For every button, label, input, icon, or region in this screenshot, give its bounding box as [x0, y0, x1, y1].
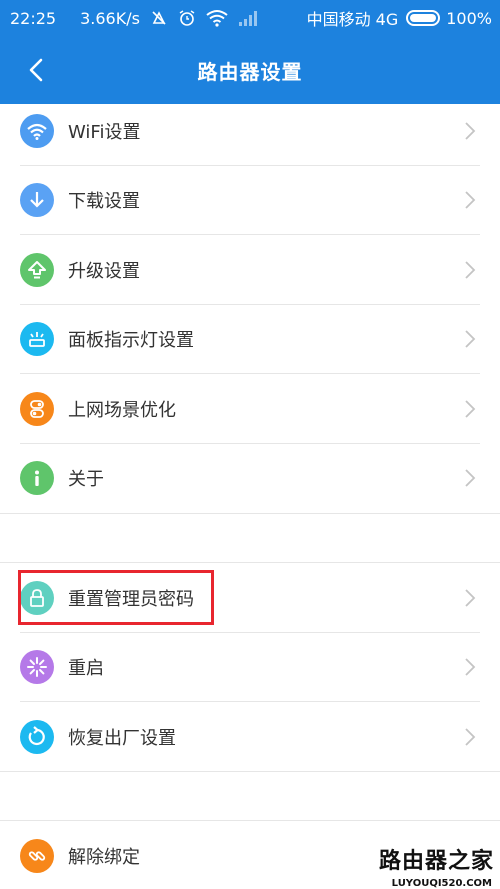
chevron-right-icon [465, 122, 476, 140]
section-divider [0, 771, 500, 819]
status-bar: 22:25 3.66K/s 中国移动 4G 100% [0, 0, 500, 36]
factory-reset-icon [20, 719, 54, 754]
settings-list-general: WiFi设置 下载设置 升级设置 面板指示灯设置 上网场景优化 关于 [0, 96, 500, 513]
download-icon [20, 183, 54, 218]
chevron-right-icon [465, 728, 476, 746]
row-label: 重启 [68, 658, 104, 680]
chevron-right-icon [465, 261, 476, 279]
status-time: 22:25 [10, 8, 57, 28]
chevron-right-icon [465, 330, 476, 348]
upgrade-icon [20, 252, 54, 287]
watermark-url: LUYOUQI520.COM [391, 878, 492, 889]
wifi-icon [20, 113, 54, 148]
chevron-right-icon [465, 191, 476, 209]
back-arrow-icon [29, 58, 43, 82]
vibrate-mute-icon [150, 9, 168, 27]
row-label: 上网场景优化 [68, 399, 176, 421]
row-factory-reset[interactable]: 恢复出厂设置 [0, 702, 500, 772]
carrier-label: 中国移动 4G [306, 10, 399, 29]
row-restart[interactable]: 重启 [0, 633, 500, 703]
row-label: 关于 [68, 469, 104, 491]
restart-icon [20, 650, 54, 685]
lock-icon [20, 580, 54, 615]
chevron-right-icon [465, 589, 476, 607]
row-label: 升级设置 [68, 260, 140, 282]
settings-list-maintenance: 重置管理员密码 重启 恢复出厂设置 [0, 562, 500, 772]
battery-percent: 100% [446, 8, 492, 28]
chevron-right-icon [465, 400, 476, 418]
row-reset-admin-password[interactable]: 重置管理员密码 [0, 563, 500, 633]
back-button[interactable] [20, 54, 52, 86]
section-divider [0, 513, 500, 561]
app-header: 22:25 3.66K/s 中国移动 4G 100% 路由器设置 [0, 0, 500, 104]
network-speed: 3.66K/s [80, 8, 140, 28]
wifi-signal-icon [206, 9, 228, 27]
row-label: WiFi设置 [68, 121, 141, 143]
unbind-icon [20, 838, 54, 873]
info-icon [20, 461, 54, 496]
chevron-right-icon [465, 469, 476, 487]
indicator-light-icon [20, 322, 54, 357]
row-scene-optimization[interactable]: 上网场景优化 [0, 374, 500, 444]
page-title: 路由器设置 [197, 59, 303, 84]
row-about[interactable]: 关于 [0, 444, 500, 514]
watermark-logo: 路由器之家 [378, 849, 494, 874]
row-wifi-settings[interactable]: WiFi设置 [0, 96, 500, 166]
title-bar: 路由器设置 [0, 36, 500, 104]
scene-toggle-icon [20, 391, 54, 426]
row-download-settings[interactable]: 下载设置 [0, 166, 500, 236]
row-indicator-light-settings[interactable]: 面板指示灯设置 [0, 305, 500, 375]
row-upgrade-settings[interactable]: 升级设置 [0, 235, 500, 305]
row-label: 恢复出厂设置 [68, 727, 176, 749]
battery-icon [406, 10, 441, 26]
chevron-right-icon [465, 658, 476, 676]
row-label: 重置管理员密码 [68, 588, 194, 610]
cell-signal-icon [238, 10, 258, 26]
alarm-icon [178, 9, 196, 27]
row-label: 解除绑定 [68, 846, 140, 868]
row-label: 下载设置 [68, 191, 140, 213]
row-label: 面板指示灯设置 [68, 330, 194, 352]
